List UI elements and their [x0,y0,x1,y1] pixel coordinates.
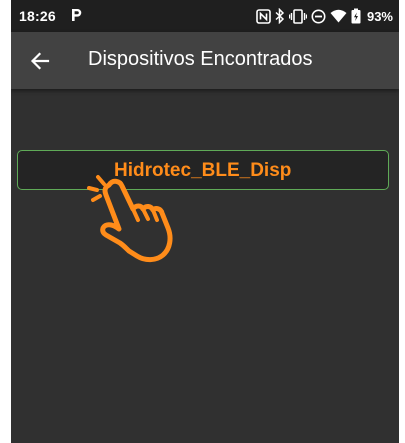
do-not-disturb-icon [311,9,326,23]
nfc-icon [256,8,271,24]
battery-percentage: 93% [366,8,393,24]
parking-icon [72,9,82,21]
status-time: 18:26 [19,8,56,24]
page-title: Dispositivos Encontrados [88,48,313,70]
vibrate-icon [288,8,307,24]
phone-screen: 18:26 93% Dispositivos Encontrados Hidro… [11,0,399,443]
battery-icon [351,8,361,24]
device-name: Hidrotec_BLE_Disp [114,160,292,181]
device-list-item[interactable]: Hidrotec_BLE_Disp [17,150,389,190]
app-bar: Dispositivos Encontrados [11,32,399,89]
status-bar: 18:26 93% [11,0,399,32]
wifi-icon [330,9,347,23]
bluetooth-icon [275,8,285,24]
status-icons: 93% [256,6,393,26]
arrow-back-icon[interactable] [28,49,52,73]
